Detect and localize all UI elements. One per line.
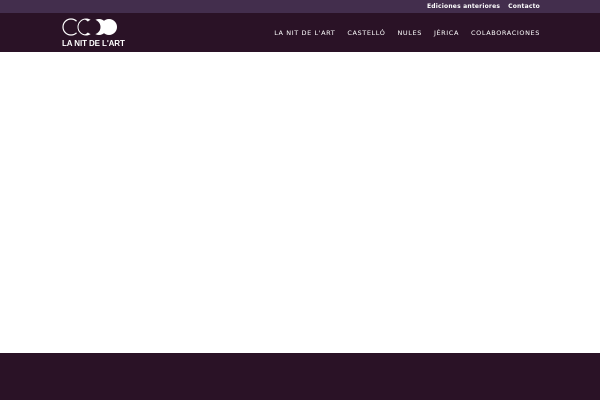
top-bar: Ediciones anteriores Contacto bbox=[0, 0, 600, 13]
main-header: LA NIT DE L'ART LA NIT DE L'ART CASTELLÓ… bbox=[0, 13, 600, 52]
logo-text: LA NIT DE L'ART bbox=[62, 39, 125, 48]
site-logo[interactable]: LA NIT DE L'ART bbox=[62, 18, 125, 48]
ediciones-anteriores-link[interactable]: Ediciones anteriores bbox=[427, 3, 500, 10]
nav-item-la-nit-de-lart[interactable]: LA NIT DE L'ART bbox=[274, 29, 335, 37]
top-bar-links: Ediciones anteriores Contacto bbox=[427, 0, 540, 13]
nav-item-castello[interactable]: CASTELLÓ bbox=[347, 29, 385, 37]
moon-phases-logo-icon bbox=[62, 18, 117, 36]
main-content bbox=[0, 52, 600, 353]
nav-item-colaboraciones[interactable]: COLABORACIONES bbox=[471, 29, 540, 37]
footer bbox=[0, 353, 600, 400]
main-nav: LA NIT DE L'ART CASTELLÓ NULES JÉRICA CO… bbox=[274, 13, 540, 52]
contacto-link[interactable]: Contacto bbox=[508, 3, 540, 10]
nav-item-jerica[interactable]: JÉRICA bbox=[434, 29, 459, 37]
nav-item-nules[interactable]: NULES bbox=[397, 29, 421, 37]
